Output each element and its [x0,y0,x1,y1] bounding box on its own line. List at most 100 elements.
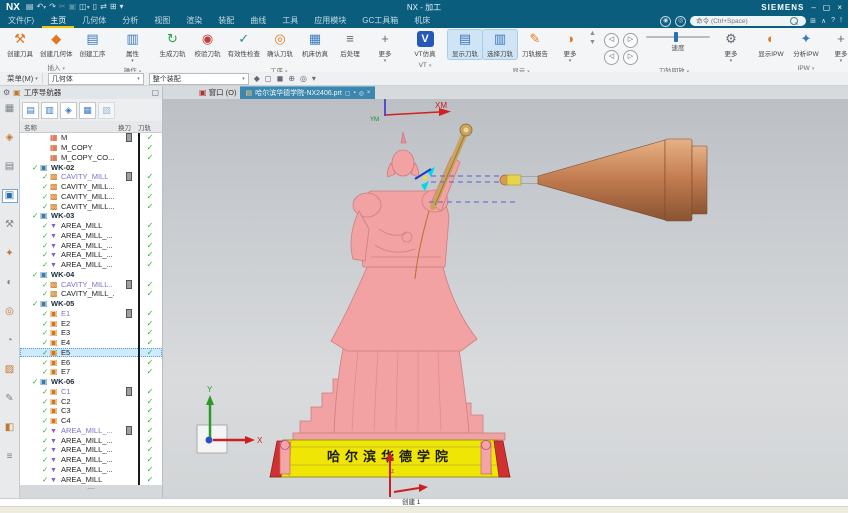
table-row[interactable]: ✓ AREA_MILL_... ✓ [20,426,162,436]
menu-tab[interactable]: 主页 [42,14,74,28]
menu-tab[interactable]: 装配 [210,14,242,28]
move-down-icon[interactable]: ▼ [589,39,596,46]
table-row[interactable]: ✓ M_COPY ✓ [20,143,162,153]
table-row[interactable]: ✓ CAVITY_MILL... ✓ [20,192,162,202]
part-tab[interactable]: ▤ 哈尔滨华德学院-NX2406.prt ▢▪◎× [240,86,375,100]
playback-button[interactable]: ◁ [604,33,619,48]
command-finder[interactable] [690,16,806,26]
resource-bar-icon[interactable]: ▣ [3,190,17,202]
qat-icon[interactable]: ✂▾ [59,2,66,12]
qat-icon[interactable]: ▾▾ [120,2,124,12]
tool-holder-assembly[interactable] [500,139,707,221]
qat-icon[interactable]: ⊞▾ [110,2,117,12]
table-row[interactable]: ✓ AREA_MILL_... ✓ [20,231,162,241]
window-menu[interactable]: ▣ 窗口 (O) [199,87,236,98]
table-row[interactable]: ✓ CAVITY_MILL_.. ✓ [20,289,162,299]
playback-button[interactable]: ◁ [604,50,619,65]
qat-icon[interactable]: ⇄▾ [100,2,107,12]
ribbon-button[interactable]: ↻ 生成刀轨 ▾ [156,30,190,59]
ribbon-button[interactable]: ✎ 刀轨报告 ▾ [518,30,552,59]
command-search-input[interactable] [694,17,790,26]
selection-tool-icon[interactable]: ◼ [277,74,284,83]
qat-icon[interactable]: ◫▾ [79,2,90,13]
menubar-icon[interactable]: ∧ [821,17,826,25]
menu-tab[interactable]: GC工具箱 [354,14,406,28]
resource-bar-icon[interactable]: ◎ [3,306,17,318]
table-row[interactable]: ✓ E6 ✓ [20,357,162,367]
table-row[interactable]: ✓ AREA_MILL_... ✓ [20,465,162,475]
column-header-path[interactable]: 刀轨 [138,122,162,132]
column-header-name[interactable]: 名称 [20,122,118,132]
holder-flange[interactable] [665,139,692,221]
ribbon-button[interactable]: ◐ 显示IPW ▾ [754,30,788,59]
statue-sword[interactable] [433,124,472,207]
table-row[interactable]: ✓ AREA_MILL_... ✓ [20,435,162,445]
window-control-button[interactable]: × [837,3,842,12]
menu-tab[interactable]: 文件(F) [0,14,42,28]
navigator-toolbar-icon[interactable]: ▤ [22,102,39,119]
resource-bar-icon[interactable]: ◔ [3,335,17,347]
wcs-triad[interactable]: Y X [197,385,263,453]
table-row[interactable]: ✓ AREA_MILL_... ✓ [20,250,162,260]
qat-icon[interactable]: ▯▾ [93,2,97,12]
window-control-button[interactable]: – [811,3,815,12]
tab-action-icon[interactable]: ▪ [354,90,356,97]
menubar-icon[interactable]: ⊞ [810,17,816,25]
resource-bar-icon[interactable]: ≡ [3,451,17,463]
table-row[interactable]: ✓ E7 ✓ [20,367,162,377]
table-row[interactable]: ✓ AREA_MILL_... ✓ [20,445,162,455]
slider-track[interactable] [646,36,710,38]
ribbon-button[interactable]: ◎ 确认刀轨 ▾ [263,30,297,59]
table-row[interactable]: ✓ WK-05 ✓ [20,299,162,309]
ribbon-button[interactable]: + 更多 ▾ [824,30,848,65]
ribbon-button[interactable]: ▤ 创建工序 ▾ [76,30,110,59]
type-filter-combo[interactable]: 几何体 ▾ [48,73,144,85]
move-up-icon[interactable]: ▲ [589,30,596,37]
selection-tool-icon[interactable]: ◎ [300,74,307,83]
table-row[interactable]: ✓ CAVITY_MILL... ✓ [20,182,162,192]
ribbon-button[interactable]: ▤ 显示刀轨 ▾ [448,30,482,59]
selection-tool-icon[interactable]: ◻ [265,74,272,83]
navigator-toolbar-icon[interactable]: ▥ [41,102,58,119]
table-row[interactable]: ✓ C3 ✓ [20,406,162,416]
ribbon-button[interactable]: V VT仿真 [408,30,442,59]
gear-icon[interactable]: ⚙ [3,88,10,97]
menu-tab[interactable]: 分析 [114,14,146,28]
table-row[interactable]: ✓ E5 ✓ [20,348,162,358]
ribbon-button[interactable]: ◉ 校验刀轨 ▾ [191,30,225,59]
navigator-toolbar-icon[interactable]: ▧ [98,102,115,119]
resource-bar-icon[interactable]: ◐ [3,277,17,289]
graphics-viewport[interactable]: 哈尔滨华德学院 z [163,99,848,498]
table-row[interactable]: ✓ C1 ✓ [20,387,162,397]
menu-button[interactable]: 菜单(M) ▾ [3,73,43,84]
ribbon-button[interactable]: ✓ 有效性检查 ▾ [226,30,263,59]
table-row[interactable]: ✓ AREA_MILL_... ✓ [20,260,162,270]
table-row[interactable]: ✓ C4 ✓ [20,416,162,426]
column-divider[interactable] [138,133,140,485]
resource-bar-icon[interactable]: ◧ [3,422,17,434]
speed-slider[interactable]: 速度 [643,30,713,52]
slider-handle[interactable] [674,32,678,42]
menu-tab[interactable]: 机床 [406,14,438,28]
tab-action-icon[interactable]: ◎ [359,90,364,97]
table-row[interactable]: ✓ AREA_MILL ✓ [20,474,162,484]
resource-bar-icon[interactable]: ✦ [3,248,17,260]
table-row[interactable]: ✓ E4 ✓ [20,338,162,348]
table-row[interactable]: ✓ E3 ✓ [20,328,162,338]
playback-button[interactable]: ▷ [623,33,638,48]
menubar-icon[interactable]: ! [840,17,842,25]
table-row[interactable]: ✓ AREA_MILL_... ✓ [20,240,162,250]
qat-icon[interactable]: ↷▾ [49,2,56,12]
column-header-toolchange[interactable]: 换刀 [118,122,138,132]
table-row[interactable]: ✓ AREA_MILL_... ✓ [20,455,162,465]
ribbon-button[interactable]: ▦ 机床仿真 ▾ [298,30,332,59]
statue-model[interactable] [293,124,505,440]
ribbon-button[interactable]: + 更多 ▾ [368,30,402,65]
ribbon-button[interactable]: ✦ 分析IPW ▾ [789,30,823,59]
resource-bar-icon[interactable]: ✎ [3,393,17,405]
mcs-triad[interactable]: XM YM [370,99,451,123]
pane-splitter[interactable]: — [20,485,162,492]
table-row[interactable]: ✓ E1 ✓ [20,309,162,319]
menu-tab[interactable]: 几何体 [74,14,114,28]
table-row[interactable]: ✓ CAVITY_MILL... ✓ [20,201,162,211]
